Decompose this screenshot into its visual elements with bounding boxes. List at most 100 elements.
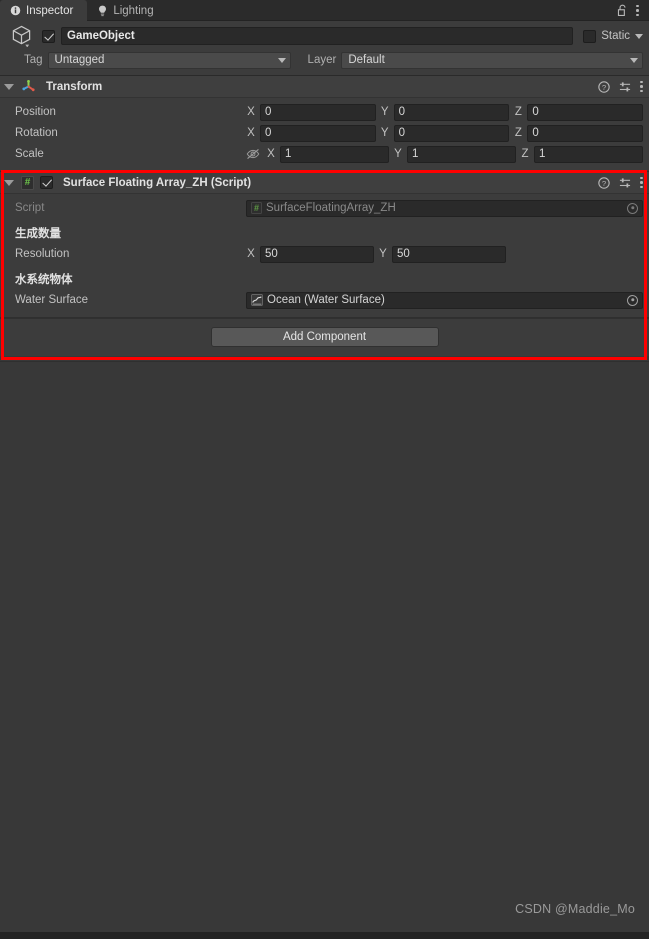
tag-dropdown[interactable]: Untagged xyxy=(47,51,291,69)
lightbulb-icon xyxy=(97,5,108,17)
script-object-value: SurfaceFloatingArray_ZH xyxy=(266,202,396,214)
cube-icon[interactable] xyxy=(6,25,36,47)
position-y-value: 0 xyxy=(398,106,406,118)
water-surface-icon xyxy=(251,294,263,306)
resolution-x-value: 50 xyxy=(265,248,278,260)
add-component-zone: Add Component xyxy=(0,318,649,356)
tag-layer-row: Tag Untagged Layer Default xyxy=(6,51,643,69)
static-checkbox[interactable] xyxy=(583,29,597,43)
help-icon[interactable]: ? xyxy=(598,80,610,93)
transform-scale-fields: X 1 Y 1 Z 1 xyxy=(246,145,643,163)
axis-y-label: Y xyxy=(394,148,402,160)
script-enabled-checkbox[interactable] xyxy=(40,176,53,189)
transform-rotation-label: Rotation xyxy=(15,127,58,139)
layer-value: Default xyxy=(348,54,385,66)
static-label: Static xyxy=(601,30,630,42)
tab-inspector-label: Inspector xyxy=(26,4,74,17)
resolution-y-label: Y xyxy=(379,248,387,260)
water-section-header: 水系统物体 xyxy=(15,274,73,286)
gameobject-enabled-checkbox[interactable] xyxy=(42,29,55,43)
info-icon xyxy=(10,5,21,16)
tab-bar: Inspector Lighting xyxy=(0,0,649,21)
script-component-title: Surface Floating Array_ZH (Script) xyxy=(63,176,252,189)
transform-position-row: Position X 0 Y 0 Z 0 xyxy=(6,102,644,122)
preset-sliders-icon[interactable] xyxy=(619,177,631,189)
layer-chevron-down-icon xyxy=(630,57,638,63)
lock-open-icon[interactable] xyxy=(617,4,628,17)
add-component-button[interactable]: Add Component xyxy=(210,327,439,347)
position-y-input[interactable]: 0 xyxy=(393,103,510,121)
transform-position-fields: X 0 Y 0 Z 0 xyxy=(246,103,644,121)
water-surface-label: Water Surface xyxy=(15,294,89,306)
transform-rotation-fields: X 0 Y 0 Z 0 xyxy=(246,124,644,142)
axis-z-label: Z xyxy=(521,148,529,160)
transform-scale-row: Scale X 1 Y 1 Z 1 xyxy=(6,144,643,164)
transform-header[interactable]: Transform ? xyxy=(0,76,649,98)
static-group: Static xyxy=(579,29,643,43)
axis-z-label: Z xyxy=(514,106,522,118)
axis-y-label: Y xyxy=(380,127,389,139)
static-chevron-down-icon[interactable] xyxy=(635,33,643,39)
scale-y-input[interactable]: 1 xyxy=(407,145,516,163)
axis-x-label: X xyxy=(267,148,275,160)
position-z-value: 0 xyxy=(532,106,539,118)
script-component-header[interactable]: # Surface Floating Array_ZH (Script) ? xyxy=(0,172,649,194)
preset-sliders-icon[interactable] xyxy=(619,81,631,93)
watermark-text: CSDN @Maddie_Mo xyxy=(515,902,635,916)
scale-z-input[interactable]: 1 xyxy=(534,145,643,163)
script-component-body: Script # SurfaceFloatingArray_ZH 生成数量 Re… xyxy=(0,194,649,317)
object-picker-icon[interactable] xyxy=(627,202,638,214)
transform-foldout-icon[interactable] xyxy=(4,83,14,90)
position-z-input[interactable]: 0 xyxy=(527,103,644,121)
layer-label: Layer xyxy=(307,54,337,66)
water-surface-object-field[interactable]: Ocean (Water Surface) xyxy=(246,291,643,309)
transform-position-label: Position xyxy=(15,106,56,118)
gameobject-name-row: GameObject Static xyxy=(6,25,643,47)
transform-title: Transform xyxy=(46,80,103,93)
cs-script-asset-icon: # xyxy=(251,202,262,214)
rotation-z-input[interactable]: 0 xyxy=(527,124,644,142)
tab-lighting-label: Lighting xyxy=(113,4,154,17)
scale-x-input[interactable]: 1 xyxy=(280,145,389,163)
layer-dropdown[interactable]: Default xyxy=(341,51,643,69)
resolution-x-input[interactable]: 50 xyxy=(260,245,374,263)
eye-slash-icon[interactable] xyxy=(246,148,260,160)
axis-z-label: Z xyxy=(514,127,522,139)
transform-header-actions: ? xyxy=(598,80,643,93)
script-foldout-icon[interactable] xyxy=(4,179,14,186)
tag-label: Tag xyxy=(24,54,43,66)
water-surface-value: Ocean (Water Surface) xyxy=(267,294,385,306)
object-picker-icon[interactable] xyxy=(627,294,638,306)
bottom-strip xyxy=(0,932,649,939)
transform-body: Position X 0 Y 0 Z 0 Rotation X 0 Y 0 Z … xyxy=(0,98,649,171)
svg-text:?: ? xyxy=(602,82,607,91)
water-surface-row: Water Surface Ocean (Water Surface) xyxy=(6,290,643,310)
axis-x-label: X xyxy=(247,127,255,139)
transform-scale-label: Scale xyxy=(15,148,44,160)
resolution-label: Resolution xyxy=(15,248,70,260)
inspector-window: Inspector Lighting GameObject Static Tag… xyxy=(0,0,649,939)
tag-chevron-down-icon xyxy=(277,57,286,63)
resolution-y-input[interactable]: 50 xyxy=(392,245,506,263)
scale-x-value: 1 xyxy=(285,148,292,160)
tag-value: Untagged xyxy=(54,54,105,66)
rotation-y-input[interactable]: 0 xyxy=(393,124,510,142)
gameobject-name-input[interactable]: GameObject xyxy=(61,27,574,45)
rotation-x-input[interactable]: 0 xyxy=(260,124,376,142)
kebab-menu-icon[interactable] xyxy=(636,4,639,17)
add-component-label: Add Component xyxy=(282,331,367,343)
resolution-y-value: 50 xyxy=(397,248,410,260)
position-x-input[interactable]: 0 xyxy=(260,103,376,121)
kebab-menu-icon[interactable] xyxy=(640,80,643,93)
rotation-z-value: 0 xyxy=(532,127,539,139)
cs-script-icon: # xyxy=(21,175,34,190)
resolution-x-label: X xyxy=(247,248,255,260)
rotation-x-value: 0 xyxy=(265,127,272,139)
kebab-menu-icon[interactable] xyxy=(640,176,643,189)
transform-rotation-row: Rotation X 0 Y 0 Z 0 xyxy=(6,123,644,143)
tab-lighting[interactable]: Lighting xyxy=(87,0,167,21)
scale-y-value: 1 xyxy=(412,148,419,160)
script-object-field: # SurfaceFloatingArray_ZH xyxy=(246,199,643,217)
tab-inspector[interactable]: Inspector xyxy=(0,0,88,21)
help-icon[interactable]: ? xyxy=(598,176,610,189)
